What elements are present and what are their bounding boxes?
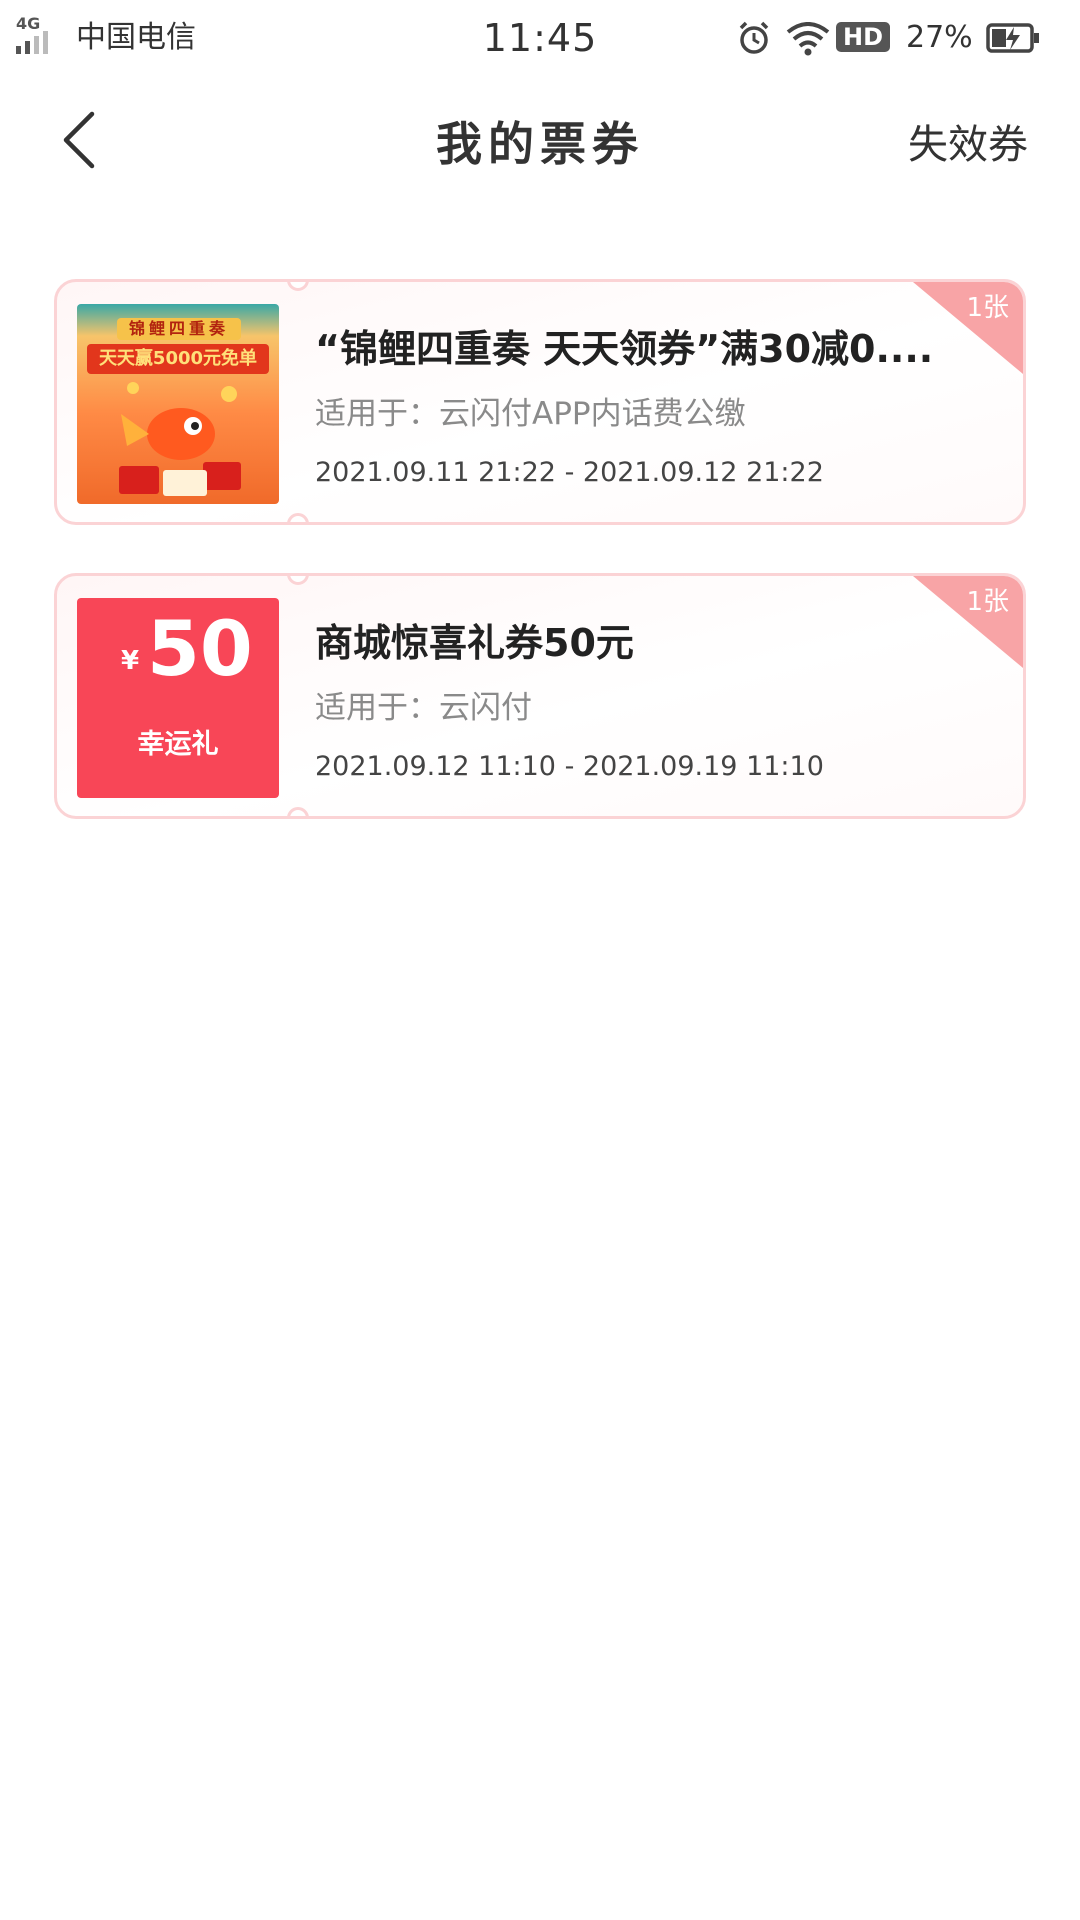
count-badge: 1张 [913,282,1023,374]
coupon-tag: 幸运礼 [137,729,219,760]
alarm-icon [739,21,769,54]
battery-charging-icon [986,23,1039,53]
currency-symbol: ¥ [121,646,140,676]
count-badge-text: 1张 [966,293,1009,323]
koi-poster-image: 锦鲤四重奏 天天赢5000元免单 [77,304,279,504]
coupon-validity: 2021.09.11 21:22 - 2021.09.12 21:22 [315,457,824,488]
status-bar: 4G 中国电信 11:45 HD 27% [0,0,1080,76]
hd-badge: HD [836,22,890,52]
nav-bar: 我的票券 失效券 [0,76,1080,216]
amount-thumbnail: ¥ 50 幸运礼 [77,598,279,798]
wifi-icon [786,22,830,56]
coupon-card[interactable]: ¥ 50 幸运礼 商城惊喜礼券50元 适用于：云闪付 2021.09.12 11… [54,573,1026,819]
koi-fish-icon [119,382,241,496]
poster-banner-main: 天天赢5000元免单 [87,344,269,374]
battery-percent: 27% [906,20,973,55]
coupon-scope: 适用于：云闪付 [315,690,532,726]
coupon-title: “锦鲤四重奏 天天领券”满30减0.... [315,327,934,371]
ticket-notch [287,576,309,585]
coupon-amount: 50 [147,604,253,693]
ticket-notch [287,513,309,522]
coupon-thumbnail: ¥ 50 幸运礼 [77,598,279,798]
coupon-card[interactable]: 锦鲤四重奏 天天赢5000元免单 “锦鲤四重奏 天天领券”满30减0.... 适… [54,279,1026,525]
ticket-notch [287,807,309,816]
coupon-scope: 适用于：云闪付APP内话费公缴 [315,396,746,432]
coupon-title: 商城惊喜礼券50元 [315,621,634,665]
count-badge: 1张 [913,576,1023,668]
coupon-validity: 2021.09.12 11:10 - 2021.09.19 11:10 [315,751,824,782]
count-badge-text: 1张 [966,587,1009,617]
poster-banner-top: 锦鲤四重奏 [117,318,241,340]
status-icons: HD 27% [736,18,1066,58]
ticket-notch [287,282,309,291]
coupon-thumbnail: 锦鲤四重奏 天天赢5000元免单 [77,304,279,504]
expired-coupons-link[interactable]: 失效券 [908,120,1028,170]
